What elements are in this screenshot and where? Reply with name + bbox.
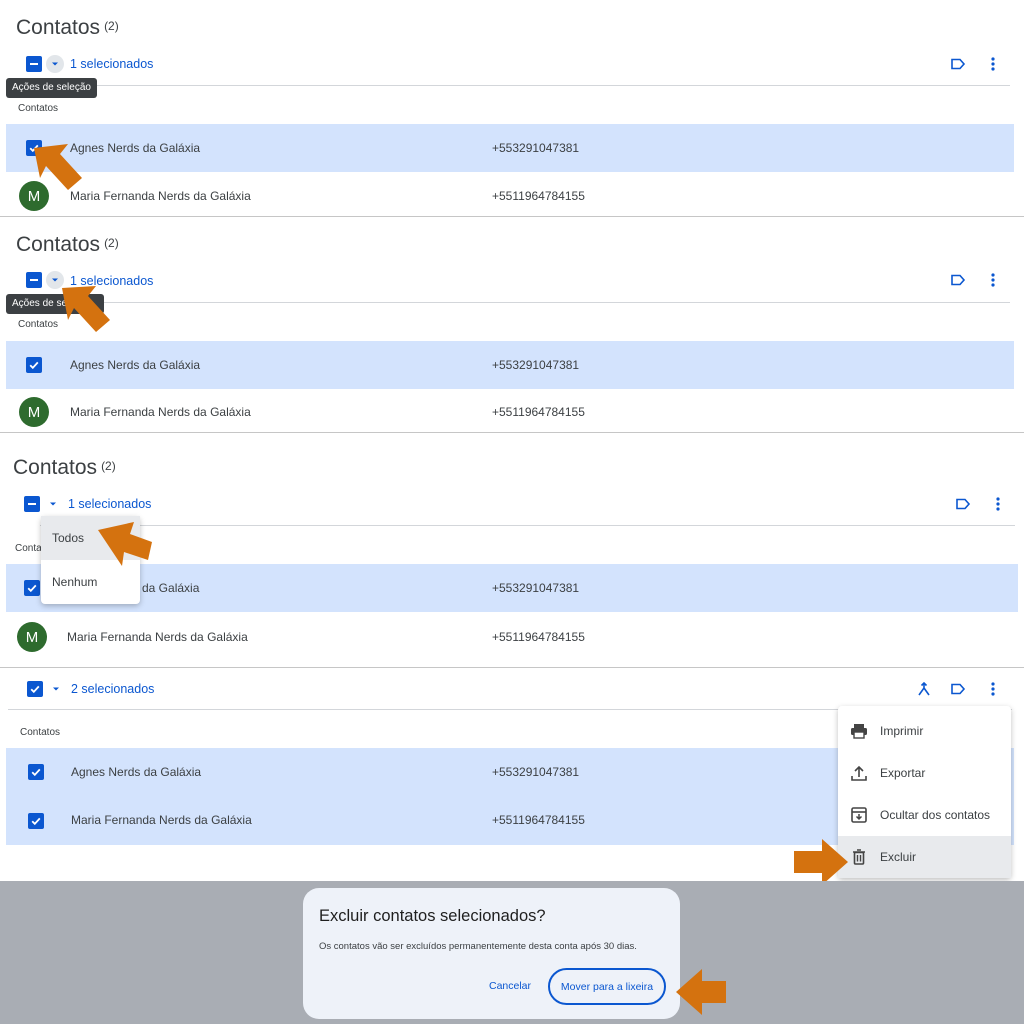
contact-name[interactable]: Agnes Nerds da Galáxia (71, 765, 201, 779)
separator (0, 667, 1024, 668)
delete-dialog: Excluir contatos selecionados? Os contat… (303, 888, 680, 1019)
contact-name[interactable]: da Galáxia (142, 581, 199, 595)
menu-item-export[interactable]: Exportar (838, 752, 1011, 794)
page-title: Contatos (2) (13, 456, 116, 479)
page-title: Contatos (2) (16, 233, 119, 256)
selected-count: 1 selecionados (70, 57, 154, 71)
menu-item-delete[interactable]: Excluir (838, 836, 1011, 878)
more-actions-menu: Imprimir Exportar Ocultar dos contatos E… (838, 706, 1011, 878)
more-vert-icon[interactable] (990, 496, 1006, 512)
contact-name[interactable]: Maria Fernanda Nerds da Galáxia (67, 630, 248, 644)
separator (0, 432, 1024, 433)
column-header: Contatos (20, 727, 61, 738)
caret-down-icon (53, 687, 59, 691)
dialog-title: Excluir contatos selecionados? (319, 907, 546, 925)
contact-name[interactable]: Maria Fernanda Nerds da Galáxia (70, 189, 251, 203)
pointer-arrow-icon (98, 522, 152, 566)
selection-actions-dropdown[interactable] (49, 682, 63, 696)
divider (40, 525, 1015, 526)
contact-count: (2) (104, 19, 119, 33)
label-icon[interactable] (950, 56, 966, 72)
contact-name[interactable]: Agnes Nerds da Galáxia (70, 358, 200, 372)
selected-count: 1 selecionados (68, 497, 152, 511)
cancel-button[interactable]: Cancelar (489, 980, 531, 992)
contact-count: (2) (104, 236, 119, 250)
contact-phone: +5511964784155 (492, 189, 585, 203)
contact-phone: +5511964784155 (492, 813, 585, 827)
hide-contacts-icon (851, 807, 867, 823)
selection-actions-dropdown[interactable] (46, 497, 60, 511)
export-icon (851, 765, 867, 781)
menu-item-print[interactable]: Imprimir (838, 710, 1011, 752)
contact-phone: +5511964784155 (492, 630, 585, 644)
page-title: Contatos (2) (16, 16, 119, 39)
row-checkbox[interactable] (28, 764, 44, 780)
print-icon (851, 724, 867, 739)
column-header: Conta (15, 543, 42, 554)
dialog-message: Os contatos vão ser excluídos permanente… (319, 941, 637, 952)
caret-down-icon (52, 62, 58, 66)
contact-count: (2) (101, 459, 116, 473)
row-checkbox[interactable] (28, 813, 44, 829)
contact-name[interactable]: Maria Fernanda Nerds da Galáxia (70, 405, 251, 419)
separator (0, 216, 1024, 217)
contact-phone: +553291047381 (492, 765, 580, 779)
move-to-trash-button[interactable]: Mover para a lixeira (548, 968, 666, 1005)
avatar[interactable]: M (17, 622, 47, 652)
pointer-arrow-icon (34, 144, 82, 190)
row-checkbox[interactable] (24, 580, 40, 596)
divider (40, 302, 1010, 303)
menu-item-hide-contacts[interactable]: Ocultar dos contatos (838, 794, 1011, 836)
label-icon[interactable] (955, 496, 971, 512)
pointer-arrow-icon (676, 969, 726, 1015)
selected-count: 2 selecionados (71, 682, 155, 696)
avatar[interactable]: M (19, 397, 49, 427)
label-icon[interactable] (950, 272, 966, 288)
selection-actions-dropdown[interactable] (46, 55, 64, 73)
merge-icon[interactable] (916, 681, 932, 697)
row-checkbox[interactable] (26, 357, 42, 373)
select-partial-checkbox[interactable] (26, 56, 42, 72)
contact-phone: +5511964784155 (492, 405, 585, 419)
selection-actions-tooltip: Ações de seleção (6, 78, 97, 98)
select-partial-checkbox[interactable] (26, 272, 42, 288)
contact-phone: +553291047381 (492, 581, 580, 595)
label-icon[interactable] (950, 681, 966, 697)
more-vert-icon[interactable] (985, 272, 1001, 288)
divider (40, 85, 1010, 86)
contact-name[interactable]: Maria Fernanda Nerds da Galáxia (71, 813, 252, 827)
pointer-arrow-icon (62, 286, 110, 332)
contact-phone: +553291047381 (492, 141, 580, 155)
more-vert-icon[interactable] (985, 56, 1001, 72)
select-all-checkbox[interactable] (27, 681, 43, 697)
select-partial-checkbox[interactable] (24, 496, 40, 512)
more-vert-icon[interactable] (985, 681, 1001, 697)
column-header: Contatos (18, 103, 59, 114)
caret-down-icon (50, 502, 56, 506)
contact-phone: +553291047381 (492, 358, 580, 372)
